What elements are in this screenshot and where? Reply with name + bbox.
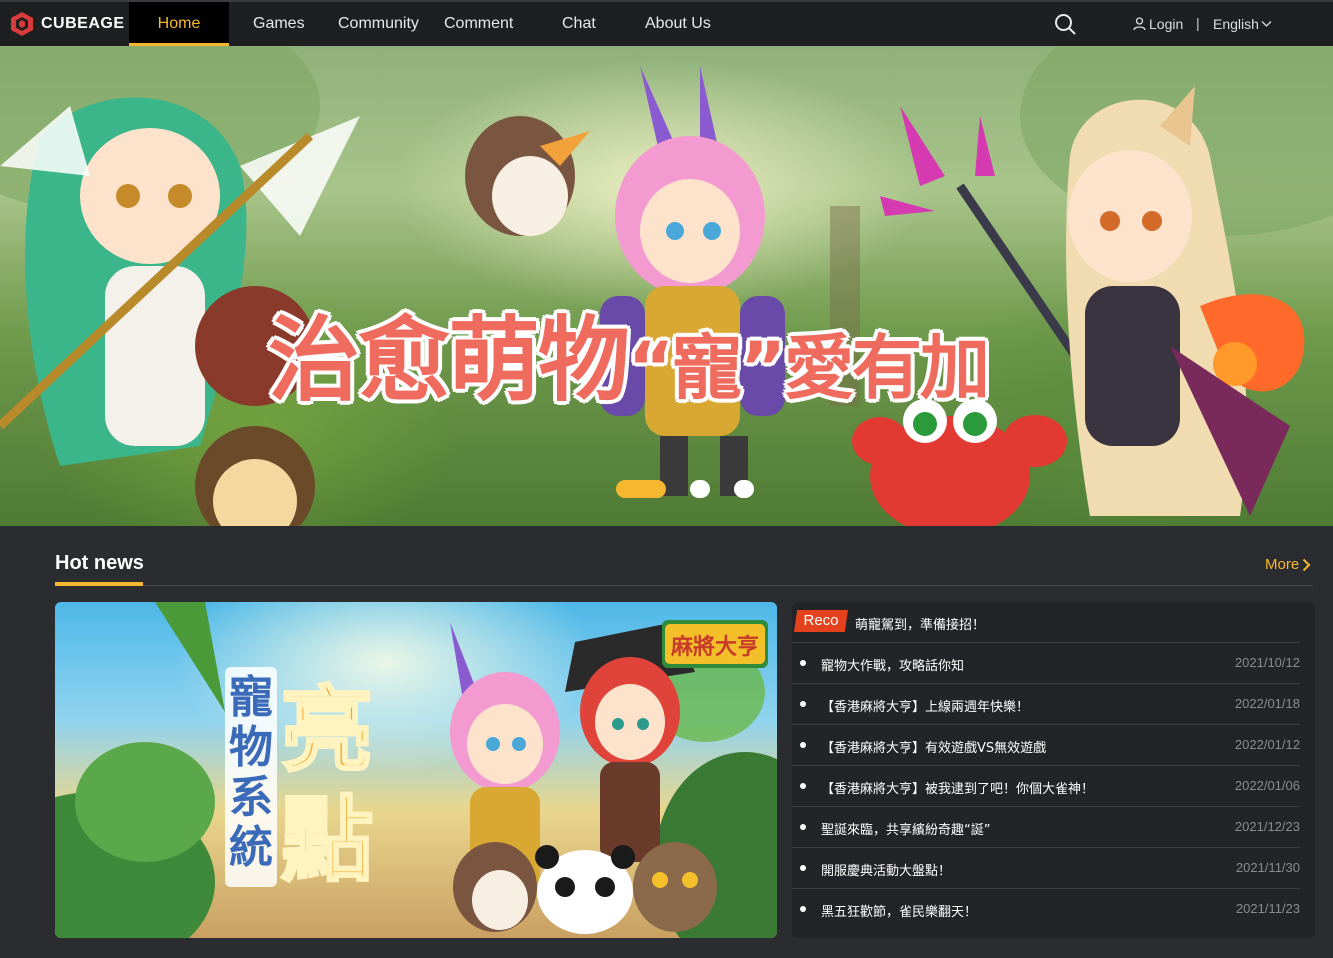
featured-news-image[interactable]: 寵物系統 亮點 麻將大亨 — [55, 602, 777, 938]
news-item-date: 2022/01/18 — [1234, 696, 1300, 711]
section-divider — [55, 585, 1313, 586]
bullet-icon — [800, 660, 806, 666]
news-item-title: 聖誕來臨，共享繽紛奇趣“誕” — [821, 823, 991, 838]
news-item-title: 寵物大作戰，攻略話你知 — [821, 659, 965, 674]
news-item[interactable]: 黑五狂歡節，雀民樂翻天！ 2021/11/23 — [792, 889, 1300, 930]
news-reco-row[interactable]: Reco 萌寵駕到，準備接招！ — [792, 602, 1300, 643]
news-item[interactable]: 【香港麻將大亨】上線兩週年快樂！ 2022/01/18 — [792, 684, 1300, 725]
nav-separator: | — [1196, 15, 1200, 31]
hero-title-part2: “寵” — [628, 327, 786, 409]
brand-logo[interactable]: CUBEAGE — [9, 11, 125, 37]
top-navbar: CUBEAGE Home Games Community Comment Cha… — [0, 0, 1333, 46]
news-item[interactable]: 【香港麻將大亨】有效遊戲VS無效遊戲 2022/01/12 — [792, 725, 1300, 766]
news-item-title: 黑五狂歡節，雀民樂翻天！ — [821, 905, 978, 920]
nav-home[interactable]: Home — [129, 2, 229, 46]
more-label: More — [1265, 556, 1300, 573]
news-item-date: 2021/12/23 — [1234, 819, 1300, 834]
reco-badge: Reco — [794, 610, 848, 632]
chevron-right-icon — [1302, 558, 1311, 571]
language-label: English — [1213, 16, 1259, 32]
news-item-date: 2022/01/06 — [1234, 778, 1300, 793]
brand-name: CUBEAGE — [41, 15, 125, 32]
more-link[interactable]: More — [1265, 556, 1311, 573]
bullet-icon — [800, 865, 806, 871]
hot-news-title: Hot news — [55, 552, 144, 574]
carousel-dot-3[interactable] — [734, 480, 754, 498]
bullet-icon — [800, 701, 806, 707]
carousel-dot-2[interactable] — [690, 480, 710, 498]
chevron-down-icon — [1261, 21, 1272, 27]
user-icon — [1133, 17, 1146, 31]
news-item-date: 2022/01/12 — [1234, 737, 1300, 752]
featured-artwork: 寵物系統 亮點 麻將大亨 — [55, 602, 777, 938]
login-link[interactable]: Login — [1133, 16, 1183, 32]
nav-community[interactable]: Community — [338, 2, 419, 46]
language-selector[interactable]: English — [1213, 16, 1272, 32]
bullet-icon — [800, 742, 806, 748]
nav-about-us[interactable]: About Us — [645, 2, 711, 46]
hero-title: 治愈萌物“寵”愛有加 — [268, 286, 990, 419]
cube-logo-icon — [11, 12, 33, 36]
bullet-icon — [800, 824, 806, 830]
news-item[interactable]: 聖誕來臨，共享繽紛奇趣“誕” 2021/12/23 — [792, 807, 1300, 848]
news-item[interactable]: 【香港麻將大亨】被我逮到了吧！你個大雀神！ 2022/01/06 — [792, 766, 1300, 807]
nav-chat[interactable]: Chat — [562, 2, 596, 46]
news-item[interactable]: 寵物大作戰，攻略話你知 2021/10/12 — [792, 643, 1300, 684]
login-label: Login — [1149, 16, 1184, 32]
bullet-icon — [800, 906, 806, 912]
nav-comment[interactable]: Comment — [444, 2, 513, 46]
reco-title: 萌寵駕到，準備接招！ — [855, 618, 986, 633]
search-icon[interactable] — [1054, 13, 1076, 35]
news-item-title: 【香港麻將大亨】上線兩週年快樂！ — [821, 700, 1030, 715]
carousel-dot-1[interactable] — [616, 480, 666, 498]
vertical-text-left: 寵物系統 — [229, 672, 273, 873]
news-item-date: 2021/11/23 — [1235, 901, 1300, 916]
news-item-date: 2021/10/12 — [1234, 655, 1300, 670]
hero-banner[interactable]: 治愈萌物“寵”愛有加 — [0, 46, 1333, 526]
news-item-title: 【香港麻將大亨】有效遊戲VS無效遊戲 — [821, 741, 1047, 756]
news-list: Reco 萌寵駕到，準備接招！ 寵物大作戰，攻略話你知 2021/10/12 【… — [792, 602, 1315, 938]
news-item-date: 2021/11/30 — [1235, 860, 1300, 875]
vertical-text-right: 亮點 — [281, 677, 373, 894]
news-item[interactable]: 開服慶典活動大盤點！ 2021/11/30 — [792, 848, 1300, 889]
news-item-title: 開服慶典活動大盤點！ — [821, 864, 952, 879]
hero-title-part3: 愛有加 — [784, 327, 990, 409]
bullet-icon — [800, 783, 806, 789]
section-title-underline — [55, 582, 143, 586]
game-logo-text: 麻將大亨 — [670, 634, 759, 660]
hero-title-part1: 治愈萌物 — [268, 307, 630, 414]
nav-games[interactable]: Games — [253, 2, 305, 46]
news-item-title: 【香港麻將大亨】被我逮到了吧！你個大雀神！ — [821, 782, 1095, 797]
